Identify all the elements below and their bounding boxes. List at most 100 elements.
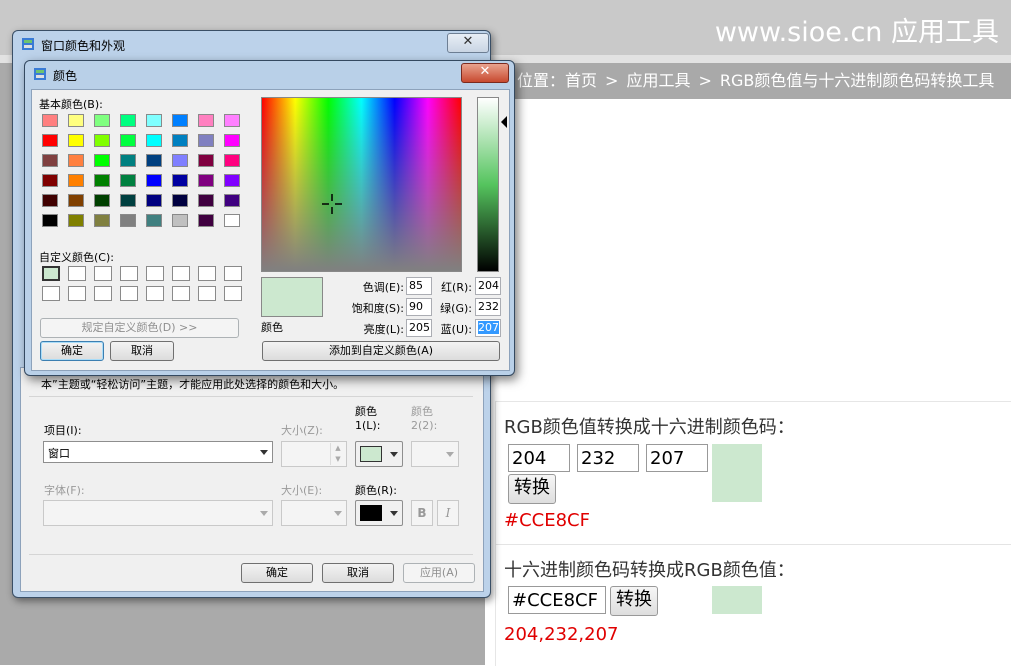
basic-color-swatch[interactable] <box>224 174 240 187</box>
custom-color-swatch[interactable] <box>68 286 86 301</box>
color-spectrum[interactable] <box>261 97 462 272</box>
dialog-ok-button[interactable]: 确定 <box>40 341 104 361</box>
add-to-custom-colors-button[interactable]: 添加到自定义颜色(A) <box>262 341 500 361</box>
font-size-select[interactable] <box>281 500 347 526</box>
green-input[interactable]: 232 <box>577 444 639 472</box>
custom-color-swatch[interactable] <box>68 266 86 281</box>
basic-color-swatch[interactable] <box>94 194 110 207</box>
luminance-slider[interactable] <box>477 97 499 272</box>
basic-color-swatch[interactable] <box>198 114 214 127</box>
basic-color-swatch[interactable] <box>120 194 136 207</box>
basic-color-swatch[interactable] <box>120 134 136 147</box>
blue-field[interactable]: 207 <box>475 319 501 337</box>
basic-color-swatch[interactable] <box>68 134 84 147</box>
green-field[interactable]: 232 <box>475 298 501 316</box>
basic-color-swatch[interactable] <box>94 134 110 147</box>
custom-color-swatch[interactable] <box>146 266 164 281</box>
basic-color-swatch[interactable] <box>172 154 188 167</box>
basic-color-swatch[interactable] <box>42 134 58 147</box>
hex-convert-button[interactable]: 转换 <box>610 586 658 616</box>
italic-toggle[interactable]: I <box>437 500 459 526</box>
basic-color-swatch[interactable] <box>172 214 188 227</box>
basic-color-swatch[interactable] <box>42 194 58 207</box>
basic-color-swatch[interactable] <box>68 174 84 187</box>
basic-color-swatch[interactable] <box>224 214 240 227</box>
basic-color-swatch[interactable] <box>120 174 136 187</box>
basic-color-swatch[interactable] <box>146 154 162 167</box>
appearance-cancel-button[interactable]: 取消 <box>322 563 394 583</box>
basic-color-swatch[interactable] <box>172 114 188 127</box>
bold-toggle[interactable]: B <box>411 500 433 526</box>
luminance-pointer-icon[interactable] <box>501 116 507 128</box>
basic-color-swatch[interactable] <box>94 114 110 127</box>
basic-color-swatch[interactable] <box>94 154 110 167</box>
custom-color-swatch[interactable] <box>172 286 190 301</box>
custom-color-swatch[interactable] <box>146 286 164 301</box>
basic-color-swatch[interactable] <box>224 194 240 207</box>
breadcrumb-home[interactable]: 首页 <box>565 71 597 90</box>
custom-color-swatch[interactable] <box>42 266 60 281</box>
custom-color-swatch[interactable] <box>198 286 216 301</box>
basic-color-swatch[interactable] <box>146 134 162 147</box>
basic-color-swatch[interactable] <box>198 154 214 167</box>
basic-color-swatch[interactable] <box>172 134 188 147</box>
red-field[interactable]: 204 <box>475 277 501 295</box>
size-spinner[interactable]: ▲ ▼ <box>281 441 347 467</box>
dialog-cancel-button[interactable]: 取消 <box>110 341 174 361</box>
basic-color-swatch[interactable] <box>146 174 162 187</box>
blue-input[interactable]: 207 <box>646 444 708 472</box>
custom-color-swatch[interactable] <box>42 286 60 301</box>
basic-color-swatch[interactable] <box>120 114 136 127</box>
basic-color-swatch[interactable] <box>68 194 84 207</box>
custom-color-swatch[interactable] <box>120 266 138 281</box>
basic-color-swatch[interactable] <box>42 154 58 167</box>
font-color-picker-button[interactable] <box>355 500 403 526</box>
basic-color-swatch[interactable] <box>198 174 214 187</box>
custom-color-swatch[interactable] <box>94 266 112 281</box>
custom-color-swatch[interactable] <box>172 266 190 281</box>
basic-color-swatch[interactable] <box>68 154 84 167</box>
basic-color-swatch[interactable] <box>94 174 110 187</box>
basic-color-swatch[interactable] <box>68 214 84 227</box>
define-custom-colors-button[interactable]: 规定自定义颜色(D) >> <box>40 318 239 338</box>
basic-color-swatch[interactable] <box>224 154 240 167</box>
basic-color-swatch[interactable] <box>146 114 162 127</box>
basic-color-swatch[interactable] <box>42 174 58 187</box>
basic-color-swatch[interactable] <box>120 214 136 227</box>
basic-color-swatch[interactable] <box>198 194 214 207</box>
hue-field[interactable]: 85 <box>406 277 432 295</box>
basic-color-swatch[interactable] <box>120 154 136 167</box>
basic-color-swatch[interactable] <box>172 174 188 187</box>
basic-color-swatch[interactable] <box>172 194 188 207</box>
basic-color-swatch[interactable] <box>146 214 162 227</box>
appearance-ok-button[interactable]: 确定 <box>241 563 313 583</box>
custom-color-swatch[interactable] <box>224 266 242 281</box>
basic-color-swatch[interactable] <box>68 114 84 127</box>
basic-color-swatch[interactable] <box>42 114 58 127</box>
site-logo[interactable]: www.sioe.cn 应用工具 <box>715 10 999 49</box>
color2-picker-button[interactable] <box>411 441 459 467</box>
basic-color-swatch[interactable] <box>198 134 214 147</box>
basic-color-swatch[interactable] <box>198 214 214 227</box>
custom-color-swatch[interactable] <box>94 286 112 301</box>
basic-color-swatch[interactable] <box>94 214 110 227</box>
breadcrumb-section[interactable]: 应用工具 <box>626 71 690 90</box>
basic-color-swatch[interactable] <box>224 114 240 127</box>
dialog-close-button[interactable]: ✕ <box>461 63 509 83</box>
red-input[interactable]: 204 <box>508 444 570 472</box>
luminance-field[interactable]: 205 <box>406 319 432 337</box>
rgb-convert-button[interactable]: 转换 <box>508 474 556 504</box>
appearance-apply-button[interactable]: 应用(A) <box>403 563 475 583</box>
basic-color-swatch[interactable] <box>146 194 162 207</box>
saturation-field[interactable]: 90 <box>406 298 432 316</box>
hex-input[interactable]: #CCE8CF <box>508 586 606 614</box>
color1-picker-button[interactable] <box>355 441 403 467</box>
basic-color-swatch[interactable] <box>42 214 58 227</box>
basic-color-swatch[interactable] <box>224 134 240 147</box>
custom-color-swatch[interactable] <box>224 286 242 301</box>
custom-color-swatch[interactable] <box>198 266 216 281</box>
window-close-button[interactable]: ✕ <box>447 33 489 53</box>
font-select[interactable] <box>43 500 273 526</box>
item-select[interactable]: 窗口 <box>43 441 273 463</box>
custom-color-swatch[interactable] <box>120 286 138 301</box>
